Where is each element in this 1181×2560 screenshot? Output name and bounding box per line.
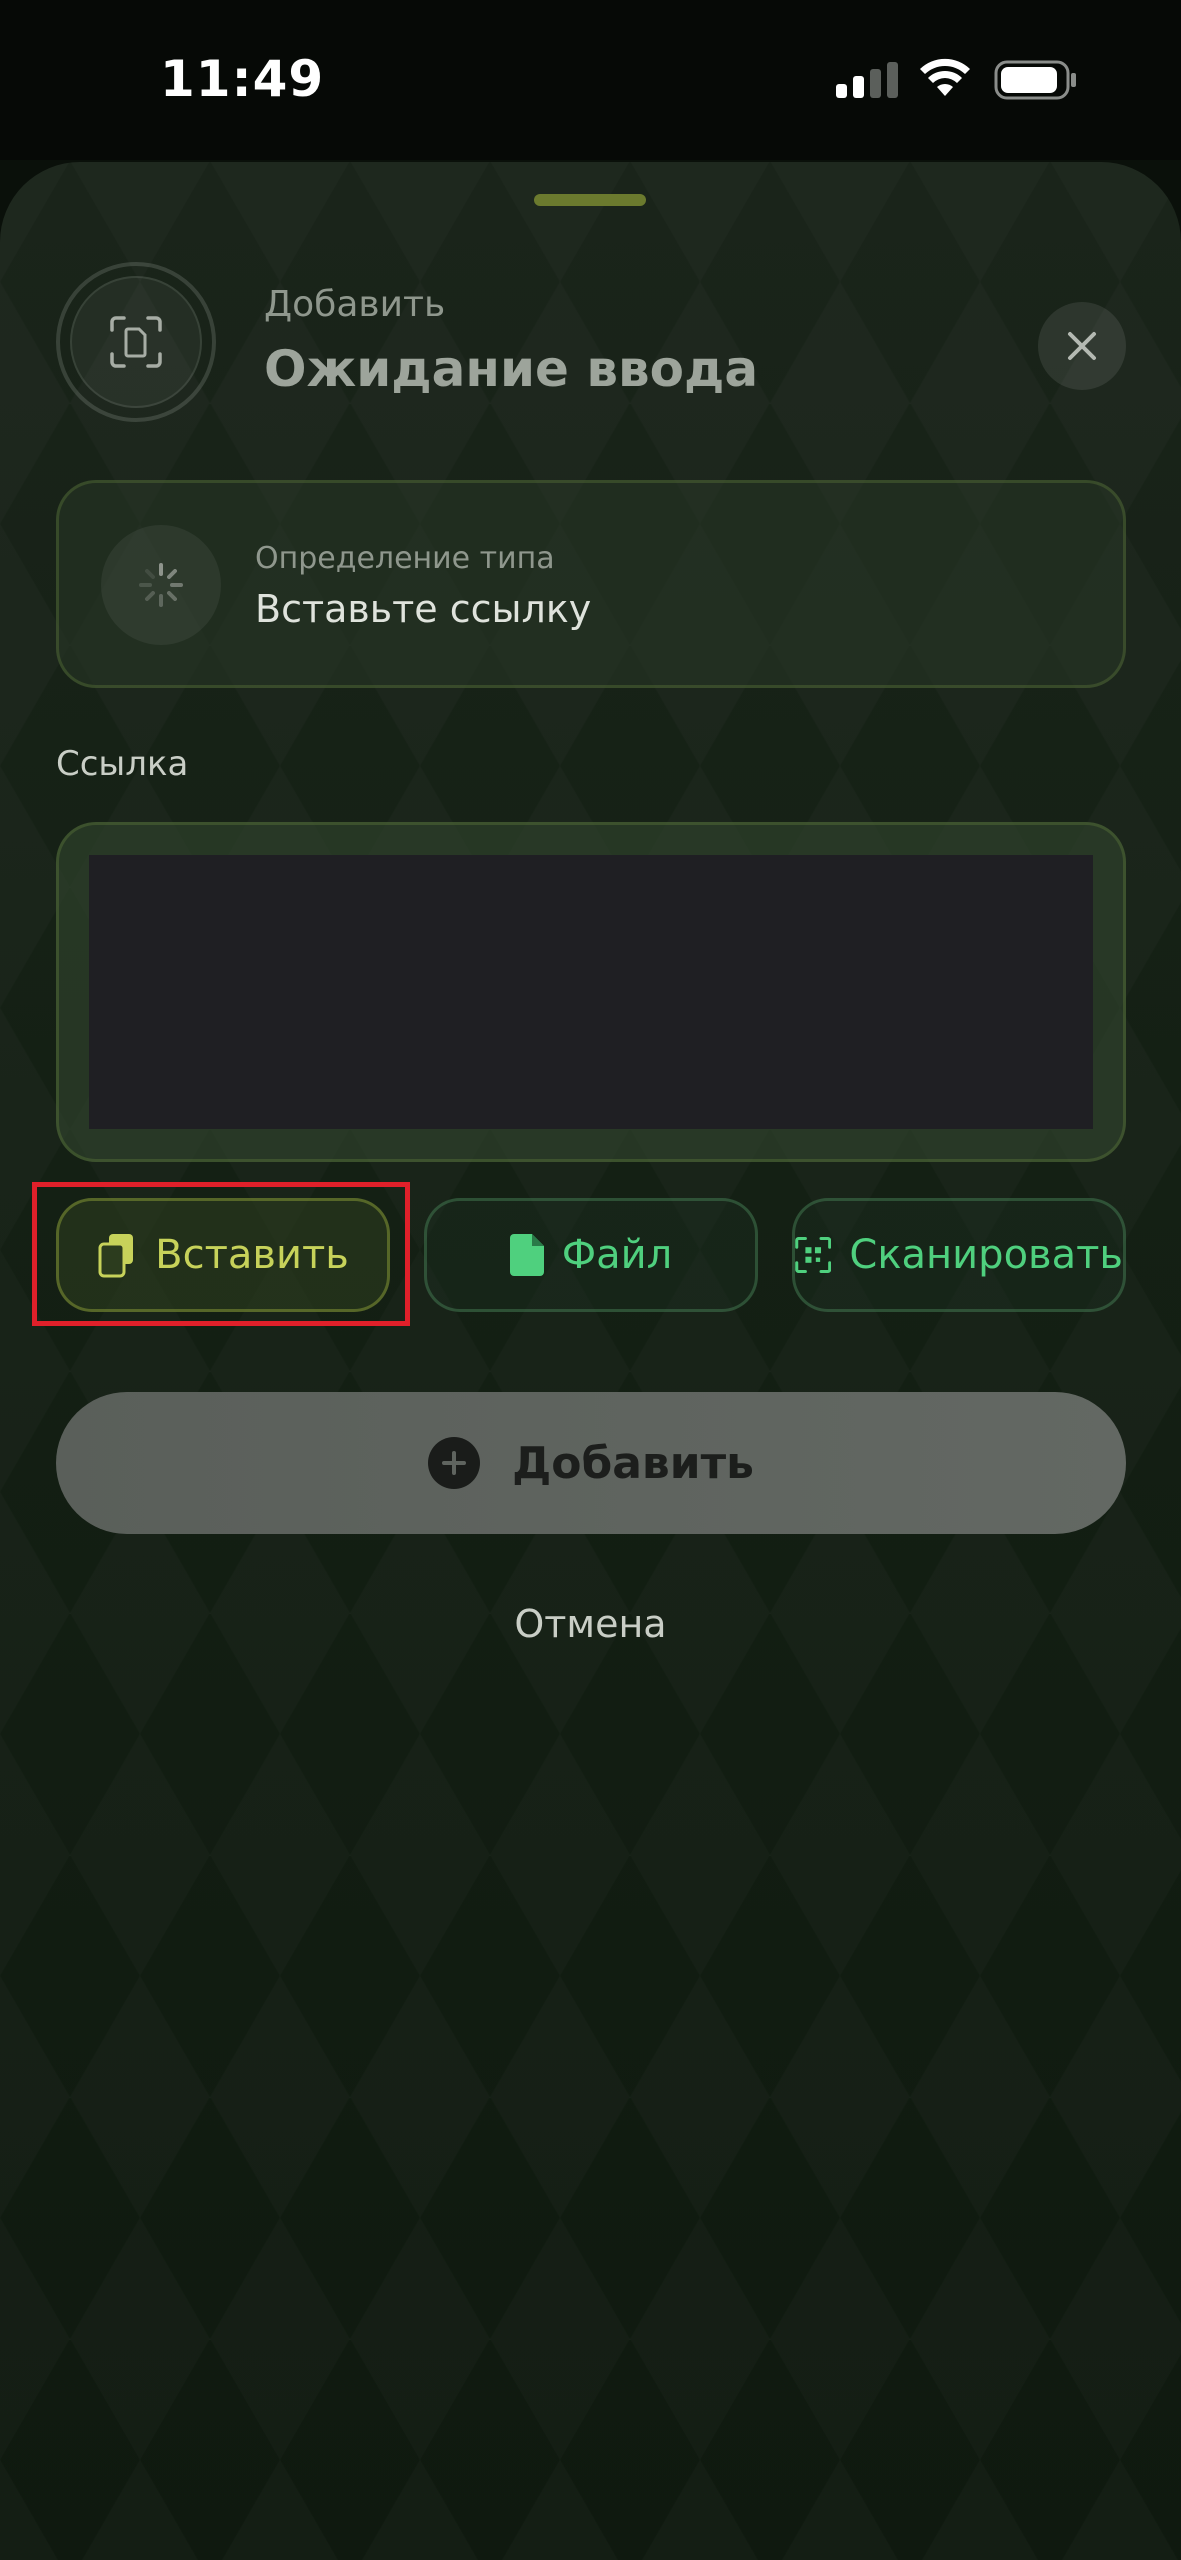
link-input-frame: [56, 822, 1126, 1162]
cellular-signal-icon: [836, 62, 898, 98]
qr-scan-icon: [795, 1237, 832, 1273]
link-input[interactable]: [89, 855, 1093, 1129]
plus-circle-icon: [428, 1437, 481, 1489]
header-icon-ring: [56, 262, 216, 422]
file-button-label: Файл: [561, 1232, 673, 1278]
close-icon: [1068, 332, 1096, 360]
type-detection-status: Вставьте ссылку: [255, 587, 592, 631]
file-button[interactable]: Файл: [424, 1198, 758, 1312]
loading-spinner-icon: [101, 525, 221, 645]
header-subtitle: Добавить: [264, 284, 446, 325]
link-label: Ссылка: [56, 744, 189, 784]
scan-button[interactable]: Сканировать: [792, 1198, 1126, 1312]
clipboard-paste-icon: [98, 1234, 134, 1278]
type-detection-label: Определение типа: [255, 541, 555, 576]
header-title: Ожидание ввода: [264, 340, 759, 398]
cancel-button[interactable]: Отмена: [0, 1602, 1181, 1646]
wifi-icon: [920, 58, 970, 96]
add-button[interactable]: Добавить: [56, 1392, 1126, 1534]
paste-button-label: Вставить: [155, 1232, 349, 1278]
scan-button-label: Сканировать: [849, 1232, 1123, 1278]
battery-icon: [994, 60, 1076, 100]
paste-button[interactable]: Вставить: [56, 1198, 390, 1312]
status-time: 11:49: [160, 50, 325, 108]
sheet-grabber[interactable]: [534, 194, 646, 206]
type-detection-card: Определение типа Вставьте ссылку: [56, 480, 1126, 688]
document-scan-icon: [70, 276, 202, 408]
add-bottom-sheet: Добавить Ожидание ввода Определение типа…: [0, 162, 1181, 2560]
add-button-label: Добавить: [512, 1437, 754, 1489]
status-bar: 11:49: [0, 0, 1181, 160]
file-icon: [509, 1234, 544, 1276]
close-button[interactable]: [1038, 302, 1126, 390]
